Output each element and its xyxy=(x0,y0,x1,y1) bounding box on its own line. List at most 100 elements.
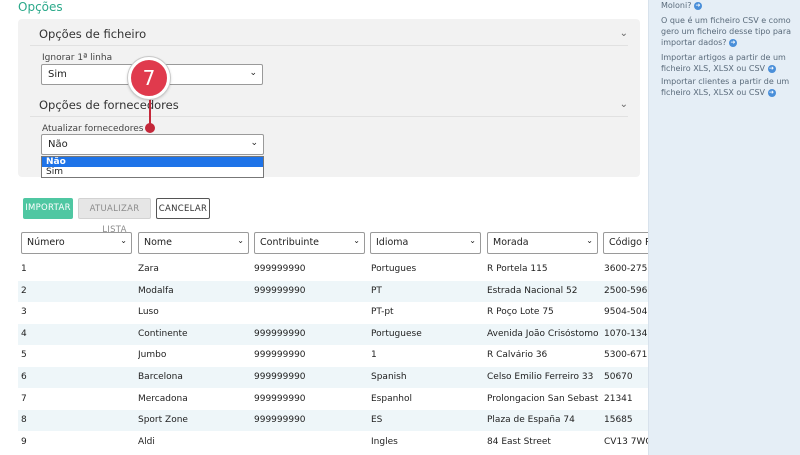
column-select-label: Nome xyxy=(144,237,173,248)
table-cell: 3 xyxy=(21,307,27,317)
chevron-down-icon: ⌄ xyxy=(469,236,476,245)
table-cell: CV13 7WG xyxy=(604,437,648,447)
table-row: 3 Luso PT-pt R Poço Lote 75 9504-504 xyxy=(18,302,648,323)
help-link-moloni[interactable]: Moloni? ➜ xyxy=(661,0,791,11)
column-select-3[interactable]: Contribuinte ⌄ xyxy=(254,232,365,254)
table-cell: Modalfa xyxy=(138,286,174,296)
table-cell: 84 East Street xyxy=(487,437,551,447)
table-cell: R Calvário 36 xyxy=(487,350,548,360)
chevron-down-icon: ⌄ xyxy=(586,236,593,245)
help-link-import-clients[interactable]: Importar clientes a partir de um ficheir… xyxy=(661,76,791,98)
table-cell: Plaza de España 74 xyxy=(487,415,575,425)
table-cell: Portuguese xyxy=(371,329,422,339)
table-row: 7 Mercadona 999999990 Espanhol Prolongac… xyxy=(18,389,648,410)
table-cell: ES xyxy=(371,415,383,425)
table-row: 8 Sport Zone 999999990 ES Plaza de Españ… xyxy=(18,410,648,431)
dropdown-option[interactable]: Sim xyxy=(42,167,263,177)
help-link-label: O que é um ficheiro CSV e como gero um f… xyxy=(661,16,792,47)
cancel-button[interactable]: CANCELAR xyxy=(156,198,210,219)
table-cell: Spanish xyxy=(371,372,407,382)
help-link-label: Importar artigos a partir de um ficheiro… xyxy=(661,53,786,73)
chevron-down-icon: ⌄ xyxy=(250,138,258,148)
table-cell: Avenida João Crisóstomo 77 xyxy=(487,329,599,339)
table-cell: 2 xyxy=(21,286,27,296)
divider xyxy=(30,116,628,117)
table-cell: 5 xyxy=(21,350,27,360)
table-cell: 999999990 xyxy=(254,329,306,339)
table-cell: 999999990 xyxy=(254,415,306,425)
table-cell: Barcelona xyxy=(138,372,183,382)
table-cell: 6 xyxy=(21,372,27,382)
table-cell: PT xyxy=(371,286,382,296)
table-cell: 4 xyxy=(21,329,27,339)
table-cell: 8 xyxy=(21,415,27,425)
table-cell: 5300-671 xyxy=(604,350,648,360)
update-suppliers-label: Atualizar fornecedores xyxy=(42,124,144,134)
options-panel: Opções de ficheiro ⌄ Ignorar 1ª linha Si… xyxy=(18,19,640,177)
chevron-down-icon: ⌄ xyxy=(237,236,244,245)
table-cell: Continente xyxy=(138,329,188,339)
file-options-header[interactable]: Opções de ficheiro xyxy=(39,27,146,41)
help-link-import-items[interactable]: Importar artigos a partir de um ficheiro… xyxy=(661,52,791,74)
update-suppliers-dropdown: Não Sim xyxy=(41,156,264,178)
divider xyxy=(30,45,628,46)
table-cell: Zara xyxy=(138,264,159,274)
table-cell: Prolongacion San Sebastian 84 xyxy=(487,394,599,404)
table-cell: 999999990 xyxy=(254,286,306,296)
main-content: Opções Opções de ficheiro ⌄ Ignorar 1ª l… xyxy=(0,0,648,455)
table-cell: 3600-275 xyxy=(604,264,648,274)
column-select-label: Idioma xyxy=(376,237,409,248)
table-cell: PT-pt xyxy=(371,307,394,317)
table-cell: 15685 xyxy=(604,415,633,425)
dropdown-option[interactable]: Não xyxy=(42,157,263,167)
table-cell: 2500-596 xyxy=(604,286,648,296)
table-cell: 50670 xyxy=(604,372,633,382)
table-cell: R Poço Lote 75 xyxy=(487,307,554,317)
supplier-options-header[interactable]: Opções de fornecedores xyxy=(39,98,179,112)
table-cell: 999999990 xyxy=(254,264,306,274)
arrow-right-icon: ➜ xyxy=(767,64,776,73)
update-suppliers-select[interactable]: Não ⌄ xyxy=(41,134,264,155)
chevron-down-icon[interactable]: ⌄ xyxy=(620,28,628,39)
column-select-5[interactable]: Morada ⌄ xyxy=(487,232,598,254)
column-select-label: Código P xyxy=(609,237,648,248)
help-link-label: Moloni? xyxy=(661,1,692,10)
table-cell: 7 xyxy=(21,394,27,404)
callout-dot xyxy=(145,123,155,133)
table-row: 5 Jumbo 999999990 1 R Calvário 36 5300-6… xyxy=(18,345,648,366)
column-select-2[interactable]: Nome ⌄ xyxy=(138,232,249,254)
table-cell: R Portela 115 xyxy=(487,264,548,274)
table-cell: 21341 xyxy=(604,394,633,404)
table-cell: Sport Zone xyxy=(138,415,188,425)
chevron-down-icon: ⌄ xyxy=(249,68,257,78)
table-cell: Celso Emilio Ferreiro 33 xyxy=(487,372,594,382)
import-button[interactable]: IMPORTAR xyxy=(23,198,73,219)
ignore-first-line-label: Ignorar 1ª linha xyxy=(42,53,113,63)
update-list-button[interactable]: ATUALIZAR LISTA xyxy=(78,198,151,235)
column-select-4[interactable]: Idioma ⌄ xyxy=(370,232,481,254)
ignore-first-line-value: Sim xyxy=(48,69,67,80)
table-cell: 9504-504 xyxy=(604,307,648,317)
arrow-right-icon: ➜ xyxy=(694,1,702,10)
column-select-label: Número xyxy=(27,237,65,248)
table-cell: Portugues xyxy=(371,264,417,274)
column-select-label: Contribuinte xyxy=(260,237,320,248)
arrow-right-icon: ➜ xyxy=(767,88,776,97)
table-cell: 1 xyxy=(371,350,377,360)
arrow-right-icon: ➜ xyxy=(729,38,738,47)
table-cell: 999999990 xyxy=(254,394,306,404)
column-select-6[interactable]: Código P xyxy=(603,232,648,254)
table-cell: 9 xyxy=(21,437,27,447)
help-link-csv[interactable]: O que é um ficheiro CSV e como gero um f… xyxy=(661,15,791,48)
table-cell: Ingles xyxy=(371,437,398,447)
table-row: 6 Barcelona 999999990 Spanish Celso Emil… xyxy=(18,367,648,388)
chevron-down-icon: ⌄ xyxy=(353,236,360,245)
table-cell: Estrada Nacional 52 xyxy=(487,286,578,296)
chevron-down-icon[interactable]: ⌄ xyxy=(620,99,628,110)
page-title: Opções xyxy=(18,0,63,14)
table-cell: Luso xyxy=(138,307,159,317)
table-cell: 999999990 xyxy=(254,372,306,382)
column-select-1[interactable]: Número ⌄ xyxy=(21,232,132,254)
table-row: 2 Modalfa 999999990 PT Estrada Nacional … xyxy=(18,281,648,302)
table-row: 4 Continente 999999990 Portuguese Avenid… xyxy=(18,324,648,345)
